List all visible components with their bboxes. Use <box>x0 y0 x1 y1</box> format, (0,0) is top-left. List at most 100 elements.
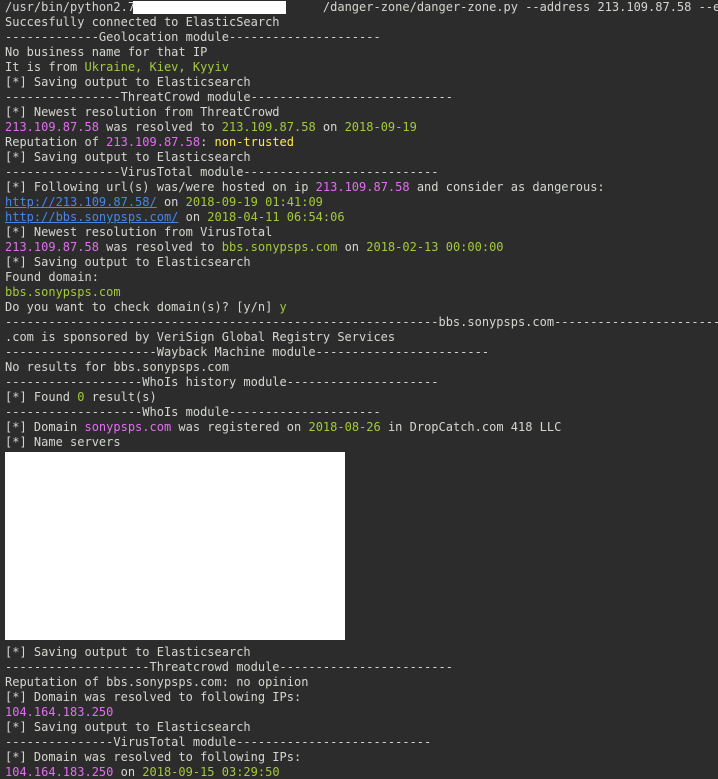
terminal-text: Found domain: <box>5 270 99 284</box>
terminal-line: Do you want to check domain(s)? [y/n] y <box>5 300 718 315</box>
terminal-text: non-trusted <box>214 135 295 149</box>
terminal-text: Succesfully connected to ElasticSearch <box>5 15 280 29</box>
terminal-text: Reputation of bbs.sonypsps.com: no opini… <box>5 675 309 689</box>
terminal-text: [*] Following url(s) was/were hosted on … <box>5 180 316 194</box>
terminal-line: [*] Newest resolution from ThreatCrowd <box>5 105 718 120</box>
terminal-text: [*] Domain was resolved to following IPs… <box>5 690 302 704</box>
terminal-line: [*] Saving output to Elasticsearch <box>5 255 718 270</box>
terminal-text: was registered on <box>171 420 309 434</box>
terminal-text: Reputation of <box>5 135 107 149</box>
terminal-line: ----------------VirusTotal module-------… <box>5 165 718 180</box>
terminal-text: [*] Domain was resolved to following IPs… <box>5 750 302 764</box>
terminal-text: -------------------WhoIs module---------… <box>5 405 381 419</box>
redacted-name-servers <box>5 452 345 640</box>
terminal-text: 2018-09-15 03:29:50 <box>142 765 280 779</box>
terminal-text: on <box>315 120 345 134</box>
terminal-text: bbs.sonypsps.com <box>5 285 121 299</box>
url-link[interactable]: http://213.109.87.58/ <box>5 195 157 209</box>
terminal-line: 104.164.183.250 <box>5 705 718 720</box>
terminal-line: It is from Ukraine, Kiev, Kyyiv <box>5 60 718 75</box>
terminal-line: http://bbs.sonypsps.com/ on 2018-04-11 0… <box>5 210 718 225</box>
terminal-line: http://213.109.87.58/ on 2018-09-19 01:4… <box>5 195 718 210</box>
terminal-line: [*] Domain was resolved to following IPs… <box>5 750 718 765</box>
terminal-text: and consider as dangerous: <box>409 180 605 194</box>
terminal-text: It is from <box>5 60 85 74</box>
terminal-text: y <box>279 300 287 314</box>
terminal-text: bbs.sonypsps.com <box>221 240 338 254</box>
terminal-line: [*] Domain was resolved to following IPs… <box>5 690 718 705</box>
terminal-line: [*] Found 0 result(s) <box>5 390 718 405</box>
terminal-text: 2018-08-26 <box>308 420 381 434</box>
terminal-line: [*] Following url(s) was/were hosted on … <box>5 180 718 195</box>
terminal-text: ----------------ThreatCrowd module------… <box>5 90 453 104</box>
terminal-line: [*] Saving output to Elasticsearch <box>5 645 718 660</box>
terminal-text: [*] Found <box>5 390 78 404</box>
terminal-line: Found domain: <box>5 270 718 285</box>
terminal-text: on <box>113 765 143 779</box>
terminal-text: [*] Saving output to Elasticsearch <box>5 150 251 164</box>
terminal-text: /danger-zone/danger-zone.py --address 21… <box>322 0 718 14</box>
terminal-text: sonypsps.com <box>84 420 172 434</box>
terminal-line: [*] Name servers <box>5 435 718 450</box>
terminal-line: ---------------VirusTotal module--------… <box>5 735 718 750</box>
terminal-text: Ukraine, Kiev, Kyyiv <box>84 60 229 74</box>
terminal-text: 104.164.183.250 <box>5 705 114 719</box>
terminal-text: 213.109.87.58 <box>5 240 99 254</box>
terminal-text: .com is sponsored by VeriSign Global Reg… <box>5 330 396 344</box>
terminal-text: : <box>200 135 215 149</box>
terminal-text: ----------------VirusTotal module-------… <box>5 165 439 179</box>
terminal-line: ----------------------------------------… <box>5 315 718 330</box>
terminal-text: in DropCatch.com 418 LLC <box>380 420 562 434</box>
terminal-text: 213.109.87.58 <box>5 120 99 134</box>
terminal-text: -------------------WhoIs history module-… <box>5 375 439 389</box>
terminal-text: /usr/bin/python2.7 <box>5 0 143 14</box>
terminal-text: was resolved to <box>98 240 222 254</box>
terminal-text: 213.109.87.58 <box>315 180 410 194</box>
terminal-line: /usr/bin/python2.7 /danger-zone/danger-z… <box>5 0 718 15</box>
terminal-line: [*] Domain sonypsps.com was registered o… <box>5 420 718 435</box>
terminal-text: [*] Saving output to Elasticsearch <box>5 75 251 89</box>
terminal-text: ----------------------------------------… <box>5 315 718 329</box>
terminal-text: 2018-04-11 06:54:06 <box>207 210 345 224</box>
terminal-text: [*] Saving output to Elasticsearch <box>5 720 251 734</box>
terminal-line: ---------------------Wayback Machine mod… <box>5 345 718 360</box>
terminal-text: [*] Saving output to Elasticsearch <box>5 255 251 269</box>
terminal-text: on <box>178 210 208 224</box>
terminal-text: 213.109.87.58 <box>106 135 201 149</box>
terminal-text: [*] Newest resolution from ThreatCrowd <box>5 105 280 119</box>
terminal-text: 2018-09-19 <box>344 120 417 134</box>
terminal-text: [*] Domain <box>5 420 85 434</box>
terminal-text: 104.164.183.250 <box>5 765 114 779</box>
terminal-line: [*] Saving output to Elasticsearch <box>5 75 718 90</box>
terminal-line: --------------------Threatcrowd module--… <box>5 660 718 675</box>
terminal-text: was resolved to <box>98 120 222 134</box>
terminal-text: [*] Newest resolution from VirusTotal <box>5 225 273 239</box>
redacted-path <box>133 1 286 14</box>
terminal-line: No business name for that IP <box>5 45 718 60</box>
url-link[interactable]: http://bbs.sonypsps.com/ <box>5 210 178 224</box>
terminal-line: Reputation of bbs.sonypsps.com: no opini… <box>5 675 718 690</box>
terminal-text: result(s) <box>84 390 157 404</box>
terminal-text: Do you want to check domain(s)? [y/n] <box>5 300 280 314</box>
terminal-text: No results for bbs.sonypsps.com <box>5 360 229 374</box>
terminal-text: --------------------Threatcrowd module--… <box>5 660 453 674</box>
terminal-line: ----------------ThreatCrowd module------… <box>5 90 718 105</box>
terminal-line: -------------Geolocation module---------… <box>5 30 718 45</box>
terminal-line: -------------------WhoIs module---------… <box>5 405 718 420</box>
terminal-text: [*] Saving output to Elasticsearch <box>5 645 251 659</box>
terminal-text: [*] Name servers <box>5 435 121 449</box>
terminal-line: [*] Newest resolution from VirusTotal <box>5 225 718 240</box>
terminal-line: bbs.sonypsps.com <box>5 285 718 300</box>
terminal-line: 104.164.183.250 on 2018-09-15 03:29:50 <box>5 765 718 779</box>
terminal-window[interactable]: /usr/bin/python2.7 /danger-zone/danger-z… <box>0 0 718 779</box>
terminal-text: 2018-02-13 00:00:00 <box>366 240 504 254</box>
terminal-text: on <box>156 195 186 209</box>
terminal-text: ---------------------Wayback Machine mod… <box>5 345 490 359</box>
terminal-line: 213.109.87.58 was resolved to bbs.sonyps… <box>5 240 718 255</box>
terminal-line: [*] Saving output to Elasticsearch <box>5 150 718 165</box>
terminal-line: Reputation of 213.109.87.58: non-trusted <box>5 135 718 150</box>
terminal-line: 213.109.87.58 was resolved to 213.109.87… <box>5 120 718 135</box>
terminal-text: on <box>337 240 367 254</box>
terminal-text: No business name for that IP <box>5 45 208 59</box>
terminal-line: -------------------WhoIs history module-… <box>5 375 718 390</box>
